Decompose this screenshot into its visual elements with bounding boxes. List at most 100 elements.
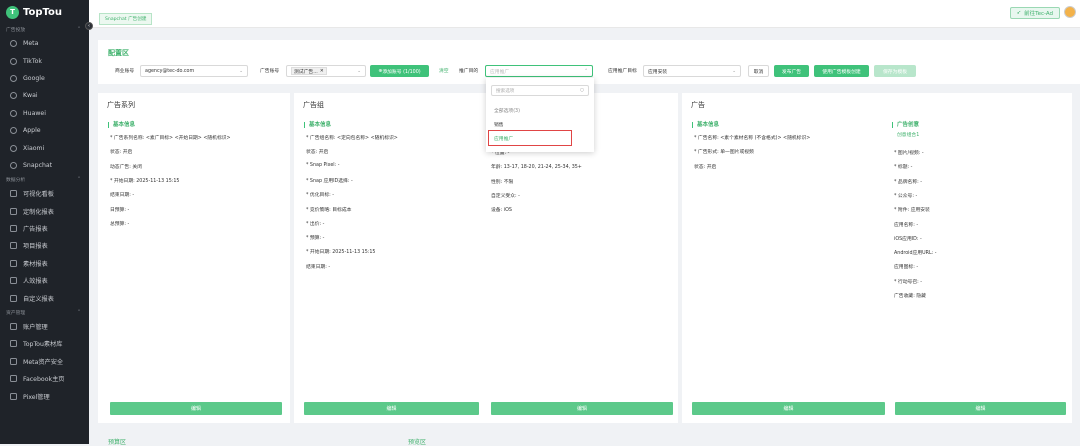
- sidebar-item[interactable]: Apple: [0, 122, 89, 139]
- avatar[interactable]: [1064, 6, 1076, 18]
- menu-icon: [10, 242, 17, 250]
- field-row: 动态广告: 关闭: [110, 164, 142, 170]
- sidebar-item-label: TikTok: [23, 57, 42, 65]
- menu-icon: [10, 144, 17, 152]
- use-template-button[interactable]: 使用广告模板创建: [814, 65, 869, 77]
- sidebar-item[interactable]: TikTok: [0, 52, 89, 69]
- preview-area-title: 预览区: [408, 439, 427, 446]
- menu-icon: [10, 40, 17, 48]
- field-row: 状态: 开启: [694, 164, 717, 170]
- sidebar-item-label: Huawei: [23, 109, 46, 117]
- sidebar-item[interactable]: Meta资产安全: [0, 353, 89, 370]
- sidebar-group-header[interactable]: 广告投放 ⌃: [0, 24, 89, 35]
- field-row: 结束日期: -: [306, 264, 331, 270]
- collapse-sidebar-button[interactable]: ‹: [85, 22, 93, 30]
- field-row: 应用图标: -: [894, 265, 919, 271]
- menu-icon: [10, 323, 17, 331]
- brand-logo[interactable]: T TopTou: [0, 0, 89, 24]
- adgroup-edit-button[interactable]: 编辑: [304, 402, 479, 415]
- sidebar-item[interactable]: 广告报表: [0, 220, 89, 237]
- field-row: * Snap Pixel: -: [306, 162, 340, 168]
- sidebar-item[interactable]: 项目报表: [0, 237, 89, 254]
- sidebar-item-label: 账户管理: [23, 324, 48, 332]
- app-goal-select[interactable]: 应用安装 ⌄: [643, 65, 741, 77]
- save-template-button[interactable]: 保存为模板: [874, 65, 916, 77]
- creative-heading: 广告创意: [892, 122, 919, 128]
- sidebar-group-label: 广告投放: [6, 28, 26, 33]
- field-row: 应用名称: -: [894, 222, 919, 228]
- sidebar-item-label: 广告报表: [23, 226, 48, 234]
- menu-icon: [10, 294, 17, 302]
- bm-label: 商业账号: [115, 69, 135, 74]
- sidebar-item[interactable]: 可视化看板: [0, 185, 89, 202]
- field-row: 自定义受众: -: [491, 193, 520, 199]
- chevron-up-icon: ⌃: [76, 27, 81, 32]
- field-row: 性别: 不限: [491, 179, 514, 185]
- menu-icon: [10, 340, 17, 348]
- menu-icon: [10, 127, 17, 135]
- sidebar-item[interactable]: 人效报表: [0, 272, 89, 289]
- sidebar-item[interactable]: Google: [0, 70, 89, 87]
- ad-edit-button[interactable]: 编辑: [692, 402, 885, 415]
- chevron-down-icon: ⌄: [732, 69, 736, 74]
- campaign-edit-button[interactable]: 编辑: [110, 402, 282, 415]
- cancel-button[interactable]: 取消: [748, 65, 769, 77]
- goto-tec-ad-button[interactable]: ➶ 前往Tec-Ad: [1009, 7, 1060, 19]
- sidebar-item-label: 可视化看板: [23, 191, 54, 199]
- field-row: * 优化目标: -: [306, 193, 334, 199]
- sidebar-item[interactable]: Pixel管理: [0, 387, 89, 404]
- sidebar-item[interactable]: Kwai: [0, 87, 89, 104]
- field-row: * 广告组名称: <定向包名称> <随机标识>: [306, 136, 398, 141]
- field-row: * 开始日期: 2025-11-13 15:15: [110, 178, 180, 184]
- adgroup-basic-info-heading: 基本信息: [304, 122, 331, 128]
- dropdown-option-all[interactable]: 全部选项(3): [494, 107, 520, 114]
- creative-edit-button[interactable]: 编辑: [895, 402, 1066, 415]
- sidebar-item[interactable]: 定制化报表: [0, 203, 89, 220]
- field-row: * 标题: -: [894, 165, 913, 171]
- sidebar-item[interactable]: 账户管理: [0, 318, 89, 335]
- sidebar: T TopTou 广告投放 ⌃ Meta TikTok Google Kwai Huawei…: [0, 0, 89, 444]
- sidebar-group-header[interactable]: 数据分析 ⌃: [0, 174, 89, 185]
- dropdown-option-sales[interactable]: 销售: [494, 121, 504, 128]
- field-row: * 开始日期: 2025-11-13 15:15: [306, 250, 376, 256]
- toptou-logo-icon: T: [6, 5, 19, 19]
- app-goal-label: 应用推广目标: [608, 69, 637, 74]
- add-account-button[interactable]: ⊕ 添加账号 (1/100): [370, 65, 429, 77]
- sidebar-item-label: 定制化报表: [23, 208, 54, 216]
- sidebar-group-header[interactable]: 资产管理 ⌃: [0, 307, 89, 318]
- sidebar-item[interactable]: TopTou素材库: [0, 335, 89, 352]
- field-row: 设备: iOS: [491, 208, 512, 214]
- sidebar-item-label: TopTou素材库: [23, 341, 63, 349]
- sidebar-item[interactable]: 素材报表: [0, 255, 89, 272]
- field-row: * 广告形式: 单一图片或视频: [694, 150, 754, 156]
- sidebar-item[interactable]: Snapchat: [0, 157, 89, 174]
- campaign-panel: 广告系列 基本信息 * 广告系列名称: <素广目标> <开始日期> <随机标识>…: [98, 93, 290, 423]
- clear-link[interactable]: 清空: [439, 67, 449, 74]
- chip-close-icon[interactable]: ✕: [320, 69, 324, 74]
- campaign-basic-info-heading: 基本信息: [108, 122, 135, 128]
- chevron-down-icon: ⌄: [357, 69, 361, 74]
- dropdown-search-input[interactable]: 搜索选项 ○: [491, 85, 589, 96]
- field-row: * 广告名称: <素个素材名称 (不含格式)> <随机标识>: [694, 136, 811, 141]
- sidebar-item[interactable]: Facebook主页: [0, 370, 89, 387]
- field-row: 总预算: -: [110, 221, 130, 227]
- sidebar-item[interactable]: Xiaomi: [0, 139, 89, 156]
- sidebar-item[interactable]: Huawei: [0, 105, 89, 122]
- field-row: * Snap 应用ID选择: -: [306, 178, 353, 184]
- rocket-icon: ➶: [1016, 10, 1022, 16]
- sidebar-item-label: Apple: [23, 127, 41, 135]
- field-row: * 品牌名称: -: [894, 179, 922, 185]
- promo-select[interactable]: 应用推广 ⌃: [485, 65, 593, 77]
- publish-button[interactable]: 发布广告: [774, 65, 809, 77]
- field-row: * 图片/视频: -: [894, 151, 924, 156]
- menu-icon: [10, 277, 17, 285]
- top-bar: Snapchat 广告创建 ➶ 前往Tec-Ad: [89, 0, 1080, 28]
- ad-account-select[interactable]: 测试广告... ✕ ⌄: [286, 65, 366, 77]
- sidebar-item[interactable]: Meta: [0, 35, 89, 52]
- tab-snapchat-ad-create[interactable]: Snapchat 广告创建: [99, 13, 153, 25]
- menu-icon: [10, 259, 17, 267]
- targeting-edit-button[interactable]: 编辑: [491, 402, 673, 415]
- sidebar-item[interactable]: 自定义报表: [0, 289, 89, 306]
- bm-select[interactable]: agency@tec-do.com ⌄: [140, 65, 248, 77]
- menu-icon: [10, 207, 17, 215]
